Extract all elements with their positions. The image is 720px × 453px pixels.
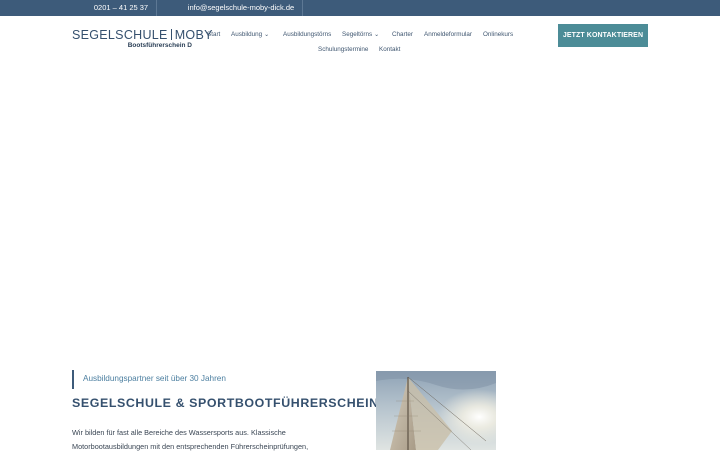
nav-label: Ausbildung [231, 31, 262, 38]
nav-label: Charter [392, 31, 413, 38]
contact-now-button[interactable]: JETZT KONTAKTIEREN [558, 24, 648, 47]
nav-item-ausbildungstoerns[interactable]: Ausbildungstörns [283, 31, 331, 38]
body-line: Motorbootausbildungen mit den entspreche… [72, 440, 332, 453]
nav-item-segeltoerns[interactable]: Segeltörns⌄ [342, 31, 379, 38]
top-contact-bar: 0201 – 41 25 37 info@segelschule-moby-di… [0, 0, 720, 16]
nav-item-onlinekurs[interactable]: Onlinekurs [483, 31, 513, 38]
nav-label: Ausbildungstörns [283, 31, 331, 38]
logo-left-text: SEGELSCHULE [72, 28, 168, 42]
section-headline: SEGELSCHULE & SPORTBOOTFÜHRERSCHEINE [72, 396, 388, 410]
logo-wordmark: SEGELSCHULEMOBY [72, 29, 196, 42]
nav-label: Segeltörns [342, 31, 372, 38]
nav-item-charter[interactable]: Charter [392, 31, 413, 38]
nav-label: Start [207, 31, 220, 38]
logo-divider [171, 29, 172, 40]
eyebrow-accent-bar [72, 370, 74, 389]
sailboat-image [376, 371, 496, 450]
nav-label: Anmeldeformular [424, 31, 472, 38]
section-body: Wir bilden für fast alle Bereiche des Wa… [72, 426, 332, 453]
chevron-down-icon: ⌄ [374, 31, 379, 38]
nav-item-start[interactable]: Start [207, 31, 220, 38]
nav-item-anmeldeformular[interactable]: Anmeldeformular [424, 31, 472, 38]
topbar-divider [156, 0, 157, 16]
nav-label: Onlinekurs [483, 31, 513, 38]
email-link[interactable]: info@segelschule-moby-dick.de [180, 0, 302, 16]
body-line: Wir bilden für fast alle Bereiche des Wa… [72, 426, 332, 440]
nav-label: Kontakt [379, 46, 400, 53]
site-logo[interactable]: SEGELSCHULEMOBY Bootsführerschein D [72, 29, 196, 53]
section-eyebrow: Ausbildungspartner seit über 30 Jahren [83, 374, 226, 383]
chevron-down-icon: ⌄ [264, 31, 269, 38]
topbar-divider [302, 0, 303, 16]
logo-subtitle: Bootsführerschein D [128, 42, 192, 49]
sailing-photo [376, 371, 496, 450]
nav-label: Schulungstermine [318, 46, 368, 53]
nav-item-kontakt[interactable]: Kontakt [379, 46, 400, 53]
phone-link[interactable]: 0201 – 41 25 37 [88, 0, 154, 16]
nav-item-schulungstermine[interactable]: Schulungstermine [318, 46, 368, 53]
nav-item-ausbildung[interactable]: Ausbildung⌄ [231, 31, 269, 38]
